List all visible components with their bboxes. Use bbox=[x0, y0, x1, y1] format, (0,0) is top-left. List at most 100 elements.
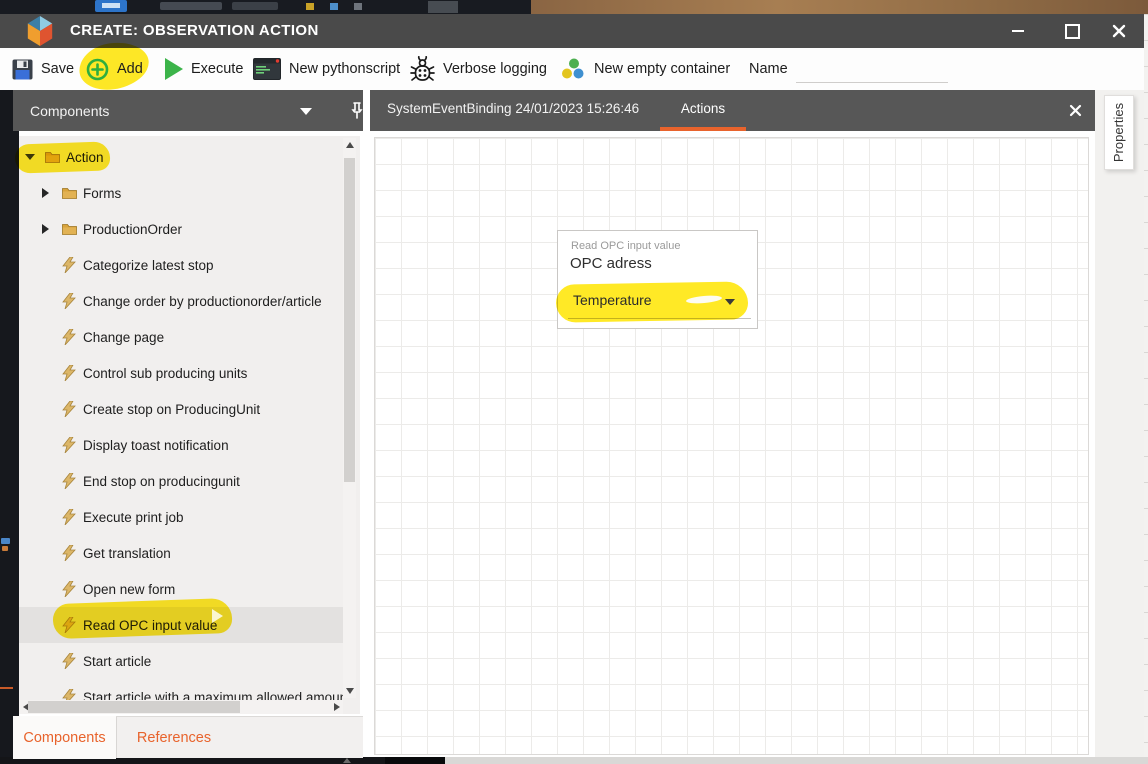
scroll-up-arrow[interactable] bbox=[343, 138, 356, 152]
tree-item-label: Display toast notification bbox=[83, 438, 229, 453]
tree-horizontal-scrollbar[interactable] bbox=[19, 700, 343, 714]
tree-item-label: Start article bbox=[83, 654, 151, 669]
toolbar: Save Add Execute New pythonscript bbox=[0, 48, 1144, 91]
add-label: Add bbox=[117, 61, 143, 77]
properties-tab[interactable]: Properties bbox=[1104, 95, 1134, 170]
tree-item-label: Execute print job bbox=[83, 510, 184, 525]
action-icon bbox=[62, 365, 79, 381]
tab-separator bbox=[116, 717, 117, 758]
tree-item-get-translation[interactable]: Get translation bbox=[19, 535, 343, 571]
verbose-logging-button[interactable]: Verbose logging bbox=[410, 48, 547, 90]
tree-item-label: Open new form bbox=[83, 582, 175, 597]
document-title: SystemEventBinding 24/01/2023 15:26:46 bbox=[387, 90, 639, 127]
highlight-read-opc-item bbox=[52, 598, 232, 639]
background-icon-fragment bbox=[306, 3, 314, 10]
tree-item-create-stop-on-producingunit[interactable]: Create stop on ProducingUnit bbox=[19, 391, 343, 427]
tree-item-forms[interactable]: Forms bbox=[19, 175, 343, 211]
action-icon bbox=[62, 545, 79, 561]
horizontal-scroll-thumb[interactable] bbox=[28, 701, 240, 713]
action-icon bbox=[62, 509, 79, 525]
tree-item-label: Change order by productionorder/article bbox=[83, 294, 322, 309]
name-label: Name bbox=[749, 48, 788, 90]
tree-item-start-article[interactable]: Start article bbox=[19, 643, 343, 679]
tree-item-label: Change page bbox=[83, 330, 164, 345]
tab-actions[interactable]: Actions bbox=[660, 90, 746, 127]
background-text-fragment bbox=[160, 2, 222, 10]
background-mark bbox=[2, 546, 8, 551]
tree-item-control-sub-producing-units[interactable]: Control sub producing units bbox=[19, 355, 343, 391]
close-icon bbox=[1112, 24, 1126, 38]
tree-vertical-scrollbar[interactable] bbox=[343, 138, 356, 698]
node-type-label: Read OPC input value bbox=[571, 240, 680, 252]
tree-item-categorize-latest-stop[interactable]: Categorize latest stop bbox=[19, 247, 343, 283]
save-icon bbox=[12, 59, 33, 80]
background-left-rail bbox=[0, 90, 19, 757]
background-mark bbox=[0, 687, 13, 689]
execute-label: Execute bbox=[191, 61, 243, 77]
vertical-scroll-thumb[interactable] bbox=[344, 158, 355, 482]
maximize-button[interactable] bbox=[1057, 18, 1087, 44]
opc-address-dropdown[interactable]: Temperature bbox=[573, 292, 652, 308]
tree-item-label: Get translation bbox=[83, 546, 171, 561]
play-icon bbox=[165, 58, 183, 80]
folder-icon bbox=[62, 187, 79, 199]
tree-item-change-page[interactable]: Change page bbox=[19, 319, 343, 355]
panel-tab-bar: Components References bbox=[13, 716, 363, 758]
tree-item-productionorder[interactable]: ProductionOrder bbox=[19, 211, 343, 247]
new-empty-container-button[interactable]: New empty container bbox=[560, 48, 730, 90]
tree-item-label: Control sub producing units bbox=[83, 366, 247, 381]
tree-item-display-toast-notification[interactable]: Display toast notification bbox=[19, 427, 343, 463]
minimize-icon bbox=[1012, 30, 1024, 32]
document-close-button[interactable] bbox=[1062, 98, 1088, 122]
properties-tab-label: Properties bbox=[1112, 103, 1127, 162]
desktop-wallpaper-sliver bbox=[531, 0, 1148, 14]
minimize-button[interactable] bbox=[1003, 18, 1033, 44]
chevron-right-icon[interactable] bbox=[42, 224, 62, 234]
action-icon bbox=[62, 257, 79, 273]
components-panel-header: Components bbox=[13, 90, 363, 131]
verbose-logging-label: Verbose logging bbox=[443, 61, 547, 77]
close-button[interactable] bbox=[1104, 18, 1134, 44]
tab-references[interactable]: References bbox=[118, 717, 230, 758]
action-icon bbox=[62, 473, 79, 489]
tree-item-label: Start article with a maximum allowed amo… bbox=[83, 690, 343, 701]
tree-item-start-article-with-a-maximum-allowed-amount[interactable]: Start article with a maximum allowed amo… bbox=[19, 679, 343, 700]
app-logo-icon bbox=[26, 16, 54, 51]
tree-item-label: Categorize latest stop bbox=[83, 258, 214, 273]
tree-item-label: ProductionOrder bbox=[83, 222, 182, 237]
terminal-icon bbox=[253, 58, 281, 80]
tree-item-label: Create stop on ProducingUnit bbox=[83, 402, 260, 417]
background-dark-strip bbox=[385, 757, 445, 764]
bug-icon bbox=[410, 56, 435, 82]
action-icon bbox=[62, 653, 79, 669]
add-icon bbox=[86, 58, 109, 81]
chevron-down-icon[interactable] bbox=[300, 108, 312, 115]
designer-canvas[interactable] bbox=[370, 131, 1095, 757]
execute-button[interactable]: Execute bbox=[165, 48, 243, 90]
action-icon bbox=[62, 581, 79, 597]
background-window-right-sliver bbox=[1144, 14, 1148, 757]
tree-item-label: End stop on producingunit bbox=[83, 474, 240, 489]
tree-item-end-stop-on-producingunit[interactable]: End stop on producingunit bbox=[19, 463, 343, 499]
close-icon bbox=[1069, 104, 1082, 117]
pin-icon[interactable] bbox=[349, 101, 365, 124]
tree-item-label: Forms bbox=[83, 186, 121, 201]
tree-item-execute-print-job[interactable]: Execute print job bbox=[19, 499, 343, 535]
background-icon-fragment bbox=[428, 1, 458, 13]
dropdown-arrow-icon[interactable] bbox=[725, 299, 735, 305]
document-tab-bar: SystemEventBinding 24/01/2023 15:26:46 A… bbox=[370, 90, 1095, 131]
new-pythonscript-label: New pythonscript bbox=[289, 61, 400, 77]
new-pythonscript-button[interactable]: New pythonscript bbox=[253, 48, 400, 90]
action-icon bbox=[62, 401, 79, 417]
scroll-down-arrow[interactable] bbox=[343, 684, 356, 698]
background-app-icon bbox=[95, 0, 127, 12]
scroll-right-arrow[interactable] bbox=[330, 700, 343, 714]
tab-components[interactable]: Components bbox=[13, 716, 116, 759]
save-button[interactable]: Save bbox=[12, 48, 74, 90]
chevron-right-icon[interactable] bbox=[42, 188, 62, 198]
background-icon-fragment bbox=[330, 3, 338, 10]
tree-item-change-order-by-productionorder-article[interactable]: Change order by productionorder/article bbox=[19, 283, 343, 319]
maximize-icon bbox=[1065, 24, 1080, 39]
node-field-label: OPC adress bbox=[570, 255, 652, 272]
name-input[interactable] bbox=[796, 58, 948, 83]
